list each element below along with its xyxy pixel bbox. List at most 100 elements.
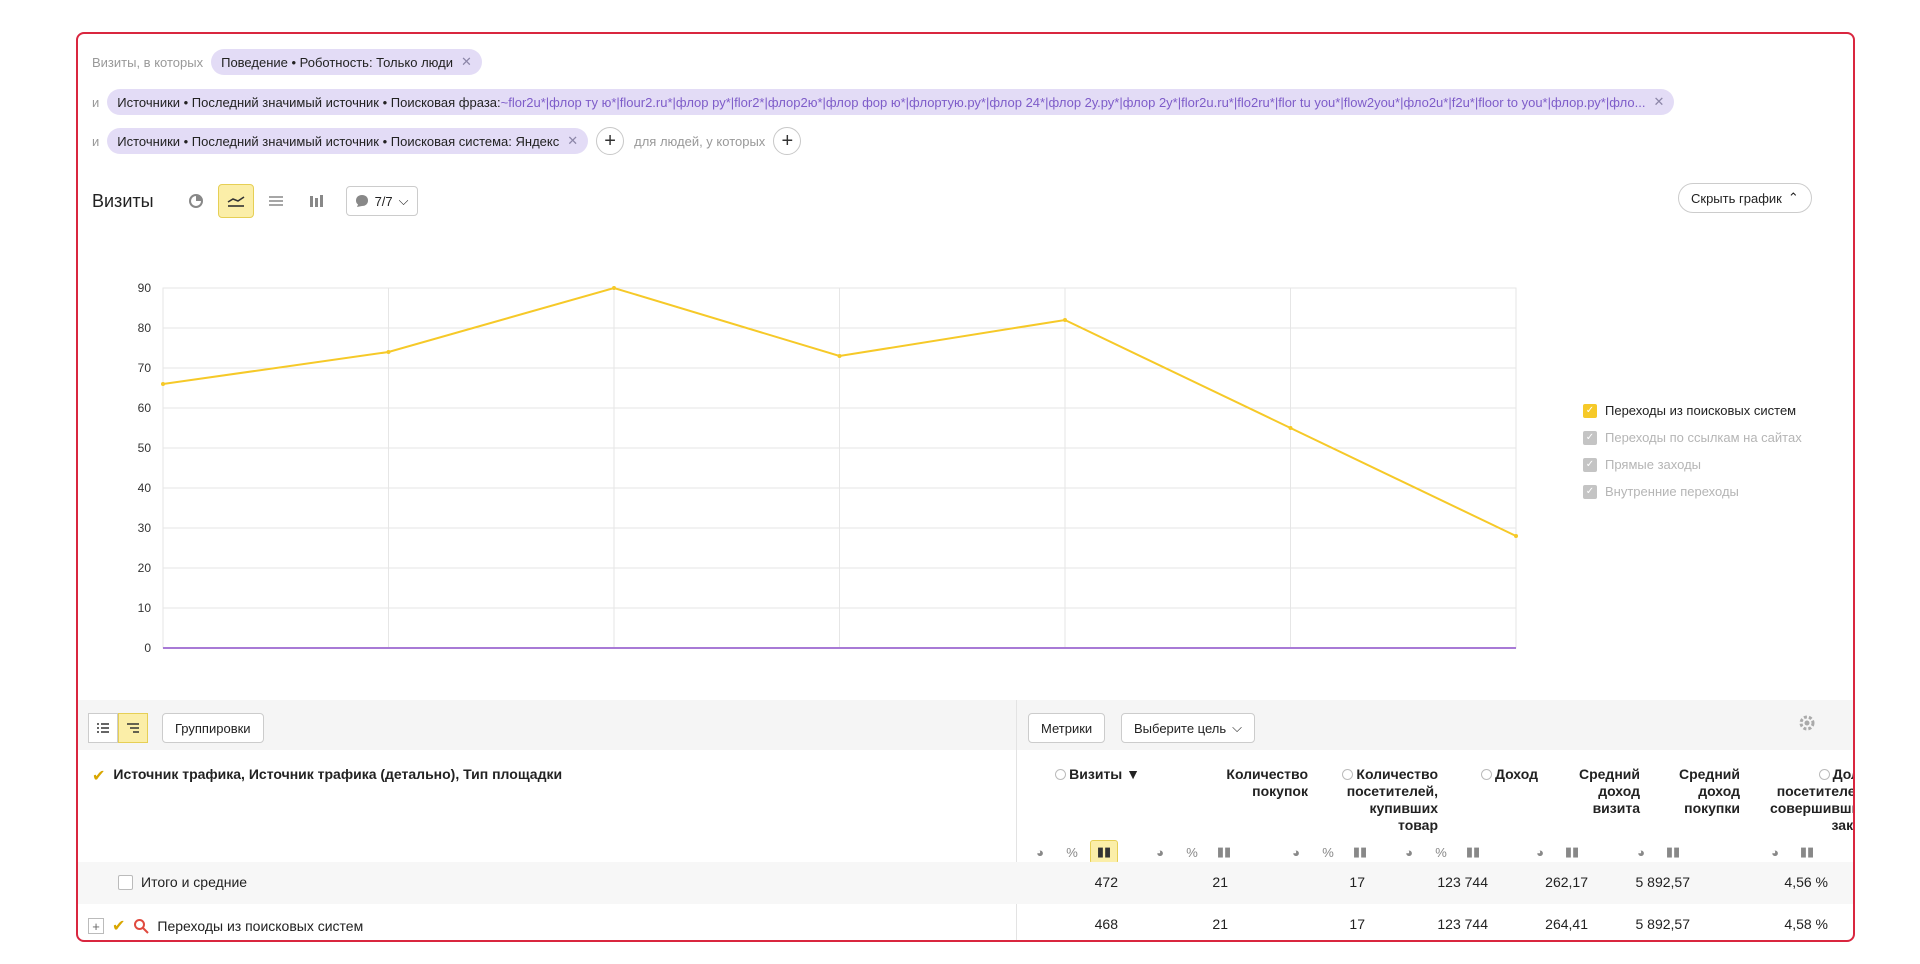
visits-line-chart: 0 10 20 30 40 50 60 70 80 90 xyxy=(138,281,1518,655)
y-tick-label: 0 xyxy=(144,641,151,655)
filter-chip-search-phrase[interactable]: Источники • Последний значимый источник … xyxy=(107,89,1675,115)
filter-chip-robotness[interactable]: Поведение • Роботность: Только люди ✕ xyxy=(211,49,482,75)
expand-icon[interactable]: + xyxy=(88,918,104,934)
data-point xyxy=(386,350,391,354)
legend-item-direct[interactable]: ✓ Прямые заходы xyxy=(1583,451,1802,478)
groupings-button[interactable]: Группировки xyxy=(162,713,264,743)
line-chart-button[interactable] xyxy=(217,184,254,218)
bar-chart-icon[interactable]: ▮▮ xyxy=(1659,840,1687,864)
table-toolbar: Группировки Метрики Выберите цель ⌵ xyxy=(78,700,1853,750)
pie-chart-icon[interactable]: ◕ xyxy=(1026,840,1054,864)
data-point xyxy=(161,382,165,386)
table-row-totals[interactable]: Итого и средние 472 21 17 123 744 262,17… xyxy=(78,862,1853,904)
column-visits[interactable]: Визиты ▼ xyxy=(1028,766,1140,783)
filter-lead: Визиты, в которых xyxy=(92,54,204,70)
row-checkbox[interactable] xyxy=(118,874,133,890)
info-icon xyxy=(1342,769,1354,780)
add-filter-button[interactable]: + xyxy=(596,127,625,155)
bar-chart-icon[interactable]: ▮▮ xyxy=(1459,840,1487,864)
annotations-dropdown[interactable]: 7/7 ⌵ xyxy=(345,186,418,216)
choose-goal-dropdown[interactable]: Выберите цель ⌵ xyxy=(1121,713,1256,743)
percent-icon[interactable]: % xyxy=(1178,840,1206,864)
legend-item-search[interactable]: ✓ Переходы из поисковых систем xyxy=(1583,397,1802,424)
filter-chip-search-engine[interactable]: Источники • Последний значимый источник … xyxy=(107,128,589,154)
legend-label: Прямые заходы xyxy=(1605,457,1702,472)
percent-icon[interactable]: % xyxy=(1314,840,1342,864)
stacked-bar-icon xyxy=(309,195,323,207)
percent-icon[interactable]: % xyxy=(1058,840,1086,864)
data-point xyxy=(1288,426,1293,430)
chevron-down-icon: ⌵ xyxy=(1232,720,1243,735)
close-icon[interactable]: ✕ xyxy=(461,54,472,70)
bar-chart-button[interactable] xyxy=(298,184,334,218)
pie-chart-icon[interactable]: ◕ xyxy=(1526,840,1554,864)
legend-label: Переходы из поисковых систем xyxy=(1605,403,1797,418)
y-tick-label: 50 xyxy=(138,441,152,455)
y-tick-label: 10 xyxy=(138,601,152,615)
list-view-button[interactable] xyxy=(88,713,118,743)
chart-legend: ✓ Переходы из поисковых систем ✓ Переход… xyxy=(1583,397,1802,505)
area-chart-button[interactable] xyxy=(258,184,294,218)
cell-visits: 472 xyxy=(1094,874,1118,890)
column-order-share[interactable]: Доля посетителей, совершивших заказ xyxy=(1718,766,1855,834)
close-icon[interactable]: ✕ xyxy=(567,133,578,149)
legend-item-links[interactable]: ✓ Переходы по ссылкам на сайтах xyxy=(1583,424,1802,451)
table-row[interactable]: + ✔ Переходы из поисковых систем 468 21 … xyxy=(78,904,1853,940)
close-icon[interactable]: ✕ xyxy=(1653,94,1664,110)
percent-icon[interactable]: % xyxy=(1427,840,1455,864)
column-label: посетителей, xyxy=(1776,783,1855,799)
bar-chart-icon[interactable]: ▮▮ xyxy=(1558,840,1586,864)
checkbox-checked-icon[interactable]: ✔ xyxy=(112,916,125,936)
info-icon xyxy=(1818,769,1830,780)
avg-visit-view-icons: ◕ ▮▮ xyxy=(1526,840,1586,864)
pie-chart-button[interactable] xyxy=(178,184,214,218)
filter-and: и xyxy=(92,133,100,149)
dimension-header[interactable]: ✔ Источник трафика, Источник трафика (де… xyxy=(92,766,562,786)
y-tick-label: 70 xyxy=(138,361,152,375)
column-label: Доля xyxy=(1832,766,1853,782)
metrics-button[interactable]: Метрики xyxy=(1028,713,1106,743)
list-icon xyxy=(97,723,109,733)
column-label: совершивших xyxy=(1769,800,1853,816)
cell-purchases: 21 xyxy=(1212,874,1228,890)
y-tick-label: 90 xyxy=(138,281,152,295)
checkbox-disabled-icon[interactable]: ✓ xyxy=(1583,430,1597,445)
pie-chart-icon[interactable]: ◕ xyxy=(1761,840,1789,864)
bar-chart-icon[interactable]: ▮▮ xyxy=(1210,840,1238,864)
checkbox-checked-icon[interactable]: ✔ xyxy=(92,766,105,786)
checkbox-checked-icon[interactable]: ✓ xyxy=(1583,403,1597,418)
revenue-view-icons: ◕ % ▮▮ xyxy=(1395,840,1487,864)
bar-chart-icon[interactable]: ▮▮ xyxy=(1090,840,1118,864)
pie-chart-icon[interactable]: ◕ xyxy=(1282,840,1310,864)
y-tick-label: 20 xyxy=(138,561,152,575)
hide-chart-label: Скрыть график xyxy=(1691,190,1782,206)
cell-purchases: 21 xyxy=(1212,916,1228,932)
pie-chart-icon[interactable]: ◕ xyxy=(1146,840,1174,864)
column-avg-visit-revenue[interactable]: Средний доход визита xyxy=(1528,766,1640,817)
bar-chart-icon[interactable]: ▮▮ xyxy=(1793,840,1821,864)
bar-chart-icon[interactable]: ▮▮ xyxy=(1346,840,1374,864)
y-tick-label: 80 xyxy=(138,321,152,335)
filter-chip-value: ~flor2u*|флор ту ю*|flour2.ru*|флор ру*|… xyxy=(500,94,1646,110)
hide-chart-button[interactable]: Скрыть график ⌃ xyxy=(1678,183,1812,213)
tree-view-button[interactable] xyxy=(118,713,148,743)
chevron-up-icon: ⌃ xyxy=(1787,190,1799,205)
column-revenue[interactable]: Доход xyxy=(1428,766,1538,783)
checkbox-disabled-icon[interactable]: ✓ xyxy=(1583,484,1597,499)
column-label: товар xyxy=(1398,817,1438,833)
legend-label: Внутренние переходы xyxy=(1605,484,1739,499)
row-label: Переходы из поисковых систем xyxy=(157,918,364,934)
checkbox-disabled-icon[interactable]: ✓ xyxy=(1583,457,1597,472)
pie-chart-icon[interactable]: ◕ xyxy=(1627,840,1655,864)
row-label: Итого и средние xyxy=(141,874,248,890)
gear-icon[interactable] xyxy=(1798,714,1816,737)
purchases-view-icons: ◕ % ▮▮ xyxy=(1146,840,1238,864)
pie-chart-icon[interactable]: ◕ xyxy=(1395,840,1423,864)
tree-list-icon xyxy=(127,723,139,733)
filter-chip-label: Источники • Последний значимый источник … xyxy=(117,94,501,110)
filter-and: и xyxy=(92,94,100,110)
cell-order-share: 4,58 % xyxy=(1784,916,1828,932)
legend-item-internal[interactable]: ✓ Внутренние переходы xyxy=(1583,478,1802,505)
column-buyers[interactable]: Количество посетителей, купивших товар xyxy=(1278,766,1438,834)
add-people-filter-button[interactable]: + xyxy=(773,127,802,155)
